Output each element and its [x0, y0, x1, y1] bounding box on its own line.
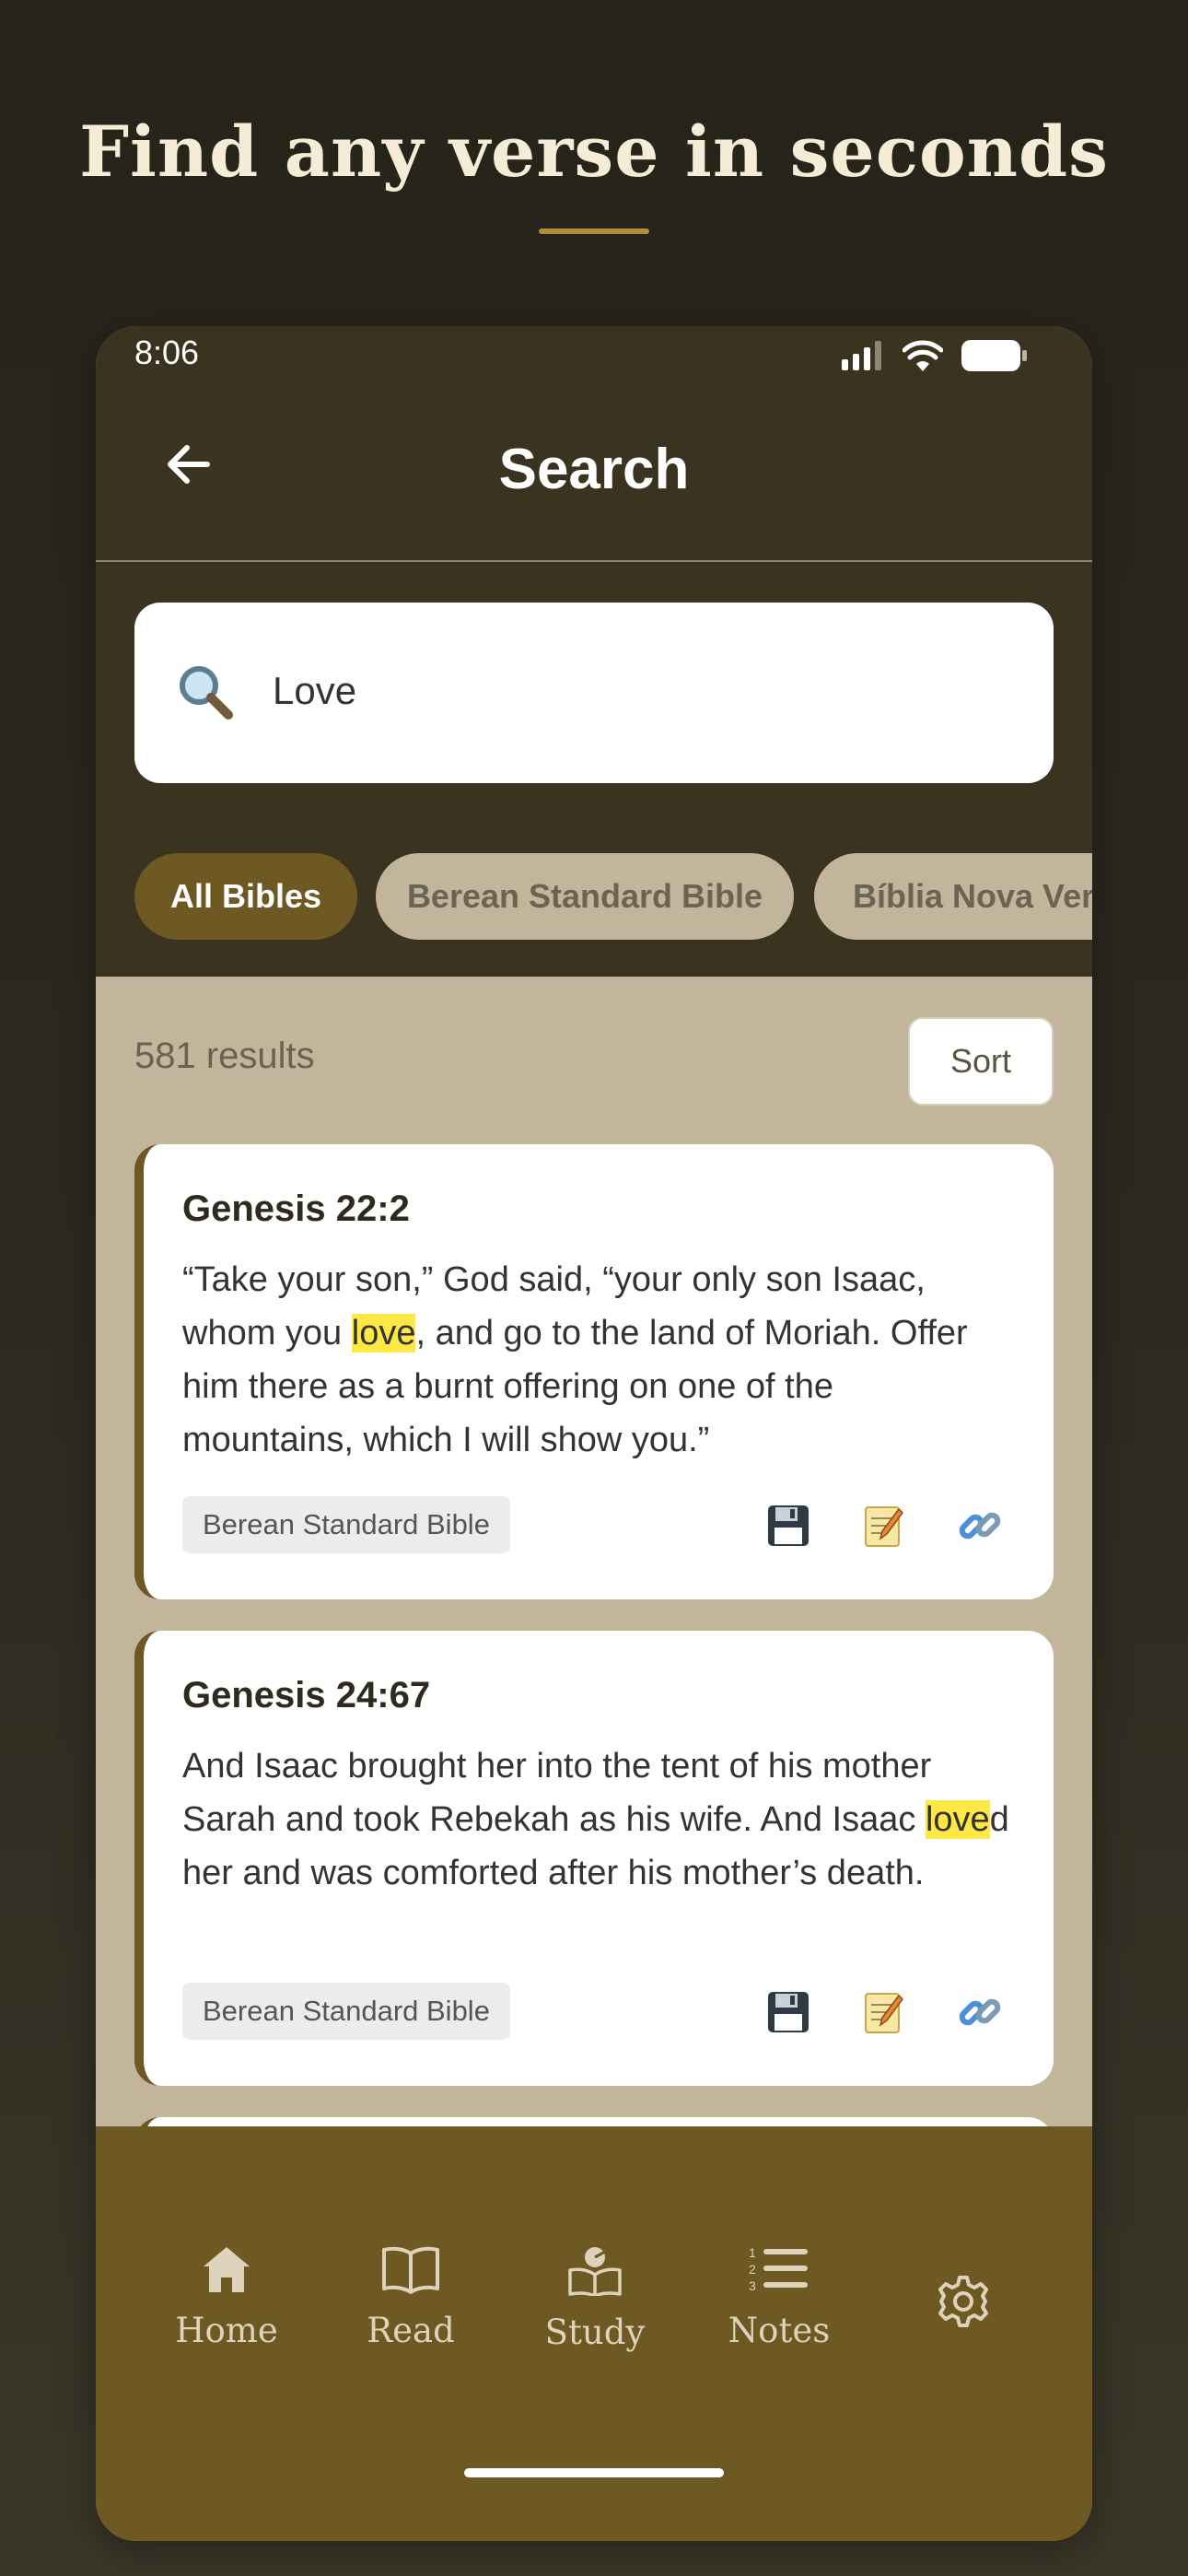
tab-notes[interactable]: 1 2 3 Notes: [705, 2244, 853, 2373]
save-button[interactable]: [761, 1498, 816, 1553]
page-title: Search: [498, 438, 690, 501]
link-icon: [959, 1512, 1001, 1540]
tab-home-label: Home: [175, 2311, 278, 2350]
note-button[interactable]: [856, 1498, 912, 1553]
tab-study-label: Study: [544, 2313, 646, 2352]
version-badge: Berean Standard Bible: [182, 1496, 510, 1553]
headline-underline: [539, 228, 649, 234]
note-icon: [865, 1506, 903, 1547]
marketing-headline: Find any verse in seconds: [79, 111, 1109, 193]
verse-reference: Genesis 24:67: [182, 1675, 431, 1715]
status-icons: [842, 337, 1028, 374]
filter-chip-biblia-nova-versao[interactable]: Bíblia Nova Vers: [814, 853, 1092, 940]
home-icon: [204, 2247, 250, 2292]
tab-read-label: Read: [367, 2311, 455, 2350]
sort-button[interactable]: Sort: [908, 1017, 1054, 1106]
tab-home[interactable]: Home: [153, 2244, 300, 2373]
verse-text: “Take your son,” God said, “your only so…: [182, 1260, 968, 1459]
tab-notes-label: Notes: [728, 2311, 831, 2350]
results-count: 581 results: [134, 1036, 315, 1076]
home-indicator[interactable]: [464, 2468, 724, 2477]
verse-text: And Isaac brought her into the tent of h…: [182, 1747, 1009, 1892]
filter-chip-berean-standard-bible[interactable]: Berean Standard Bible: [376, 853, 794, 940]
book-icon: [382, 2246, 439, 2294]
save-icon: [768, 1992, 809, 2032]
result-card[interactable]: Genesis 22:2 “Take your son,” God said, …: [134, 1144, 1054, 1599]
wifi-icon: [903, 340, 943, 371]
battery-icon: [961, 340, 1027, 371]
search-icon: [180, 666, 233, 720]
version-badge: Berean Standard Bible: [182, 1983, 510, 2040]
tab-study[interactable]: Study: [521, 2244, 669, 2373]
gear-icon: [938, 2276, 988, 2327]
bottom-tab-bar: Home Read Study 1 2 3 Notes: [96, 2126, 1092, 2541]
search-match-highlight: love: [925, 1800, 990, 1839]
note-button[interactable]: [856, 1985, 912, 2040]
save-icon: [768, 1505, 809, 1546]
search-match-highlight: love: [351, 1314, 416, 1352]
verse-reference: Genesis 22:2: [182, 1188, 410, 1229]
link-icon: [959, 1998, 1001, 2026]
svg-text:1: 1: [749, 2245, 756, 2260]
header-divider: [96, 560, 1092, 562]
list-icon: 1 2 3: [749, 2245, 808, 2293]
link-button[interactable]: [952, 1985, 1007, 2040]
search-input[interactable]: Love: [134, 603, 1054, 783]
tab-read[interactable]: Read: [337, 2244, 484, 2373]
svg-text:3: 3: [749, 2278, 756, 2293]
status-time: 8:06: [134, 334, 200, 371]
tab-settings[interactable]: [890, 2274, 1037, 2403]
filter-chip-all-bibles[interactable]: All Bibles: [134, 853, 357, 940]
svg-text:2: 2: [749, 2262, 756, 2277]
search-query-text: Love: [273, 669, 357, 712]
header-area: 8:06 Search Love All Bibles Berean Stand…: [96, 326, 1092, 977]
result-card[interactable]: Genesis 24:67 And Isaac brought her into…: [134, 1631, 1054, 2086]
link-button[interactable]: [952, 1498, 1007, 1553]
signal-icon: [842, 341, 881, 370]
note-icon: [865, 1993, 903, 2033]
study-icon: [568, 2247, 622, 2296]
phone-frame: 8:06 Search Love All Bibles Berean Stand…: [96, 326, 1092, 2541]
save-button[interactable]: [761, 1985, 816, 2040]
